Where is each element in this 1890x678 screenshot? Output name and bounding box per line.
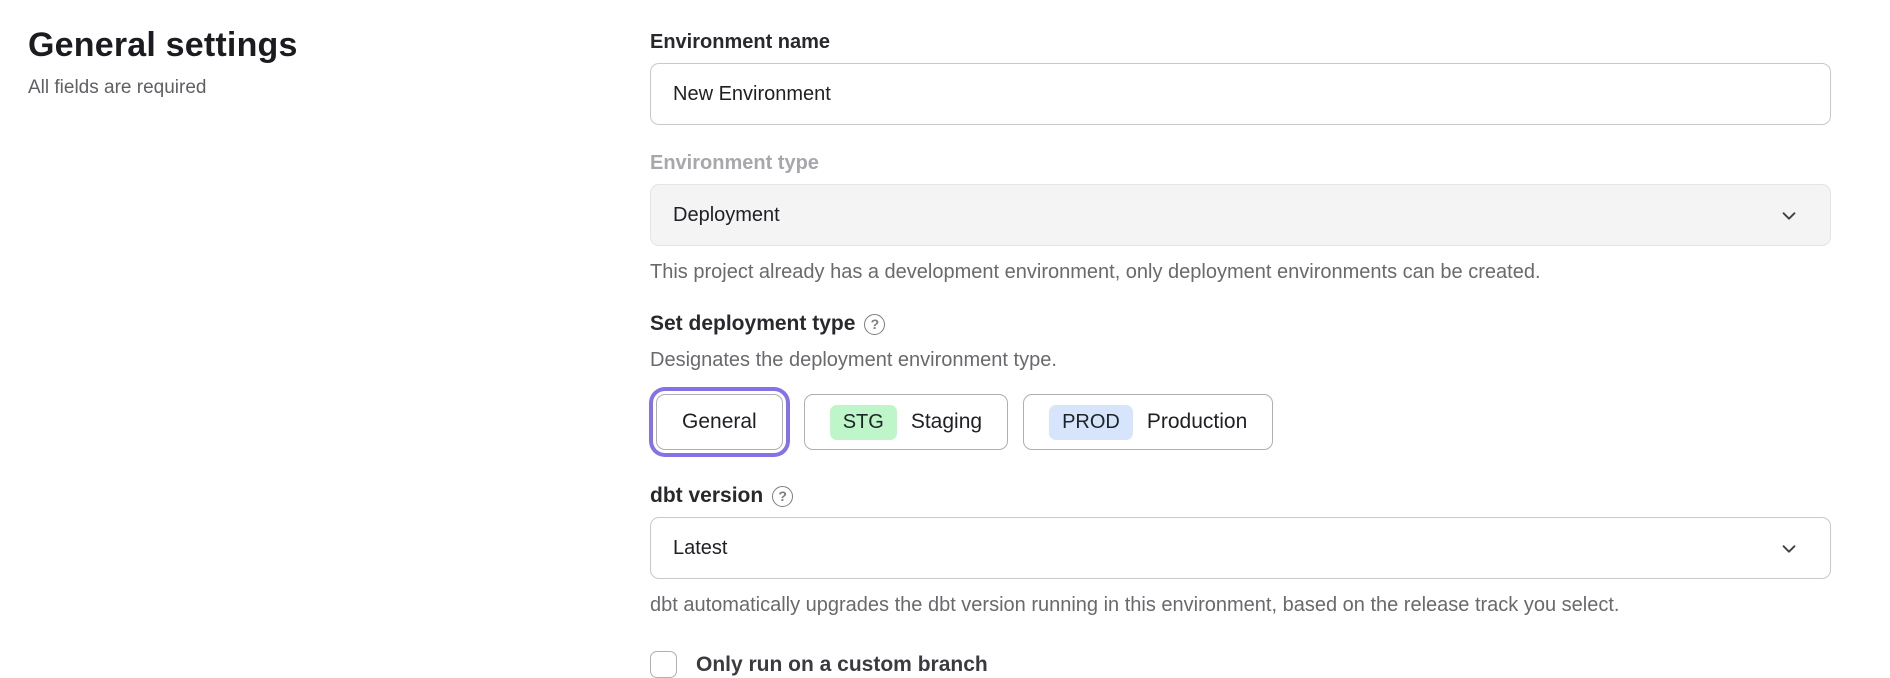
deployment-type-general-button[interactable]: General bbox=[656, 394, 783, 450]
deployment-type-staging-button[interactable]: STG Staging bbox=[804, 394, 1008, 450]
chevron-down-icon bbox=[1778, 204, 1800, 226]
dbt-version-select[interactable]: Latest bbox=[650, 517, 1831, 579]
deployment-type-production-button[interactable]: PROD Production bbox=[1023, 394, 1273, 450]
deployment-type-staging-label: Staging bbox=[911, 410, 982, 434]
environment-name-label: Environment name bbox=[650, 30, 1831, 54]
deployment-type-general-label: General bbox=[682, 410, 757, 434]
page-title: General settings bbox=[28, 26, 650, 65]
environment-name-input[interactable] bbox=[650, 63, 1831, 125]
settings-header: General settings All fields are required bbox=[0, 0, 650, 678]
dbt-version-value: Latest bbox=[673, 537, 727, 560]
page-subtitle: All fields are required bbox=[28, 77, 650, 99]
environment-form: Environment name Environment type Deploy… bbox=[650, 0, 1831, 678]
custom-branch-row: Only run on a custom branch bbox=[650, 651, 1831, 678]
environment-type-label: Environment type bbox=[650, 151, 1831, 175]
deployment-type-label: Set deployment type bbox=[650, 312, 855, 336]
custom-branch-checkbox[interactable] bbox=[650, 651, 677, 678]
production-badge: PROD bbox=[1049, 405, 1133, 440]
environment-type-value: Deployment bbox=[673, 204, 780, 227]
custom-branch-label: Only run on a custom branch bbox=[696, 653, 988, 677]
deployment-type-header: Set deployment type ? bbox=[650, 312, 1831, 336]
dbt-version-helper: dbt automatically upgrades the dbt versi… bbox=[650, 593, 1831, 617]
environment-type-helper: This project already has a development e… bbox=[650, 260, 1831, 284]
help-icon[interactable]: ? bbox=[864, 314, 885, 335]
dbt-version-header: dbt version ? bbox=[650, 484, 1831, 508]
environment-type-select: Deployment bbox=[650, 184, 1831, 246]
help-icon[interactable]: ? bbox=[772, 486, 793, 507]
deployment-type-helper: Designates the deployment environment ty… bbox=[650, 349, 1831, 372]
dbt-version-label: dbt version bbox=[650, 484, 763, 508]
staging-badge: STG bbox=[830, 405, 897, 440]
chevron-down-icon bbox=[1778, 537, 1800, 559]
deployment-type-options: General STG Staging PROD Production bbox=[650, 394, 1831, 450]
deployment-type-production-label: Production bbox=[1147, 410, 1247, 434]
